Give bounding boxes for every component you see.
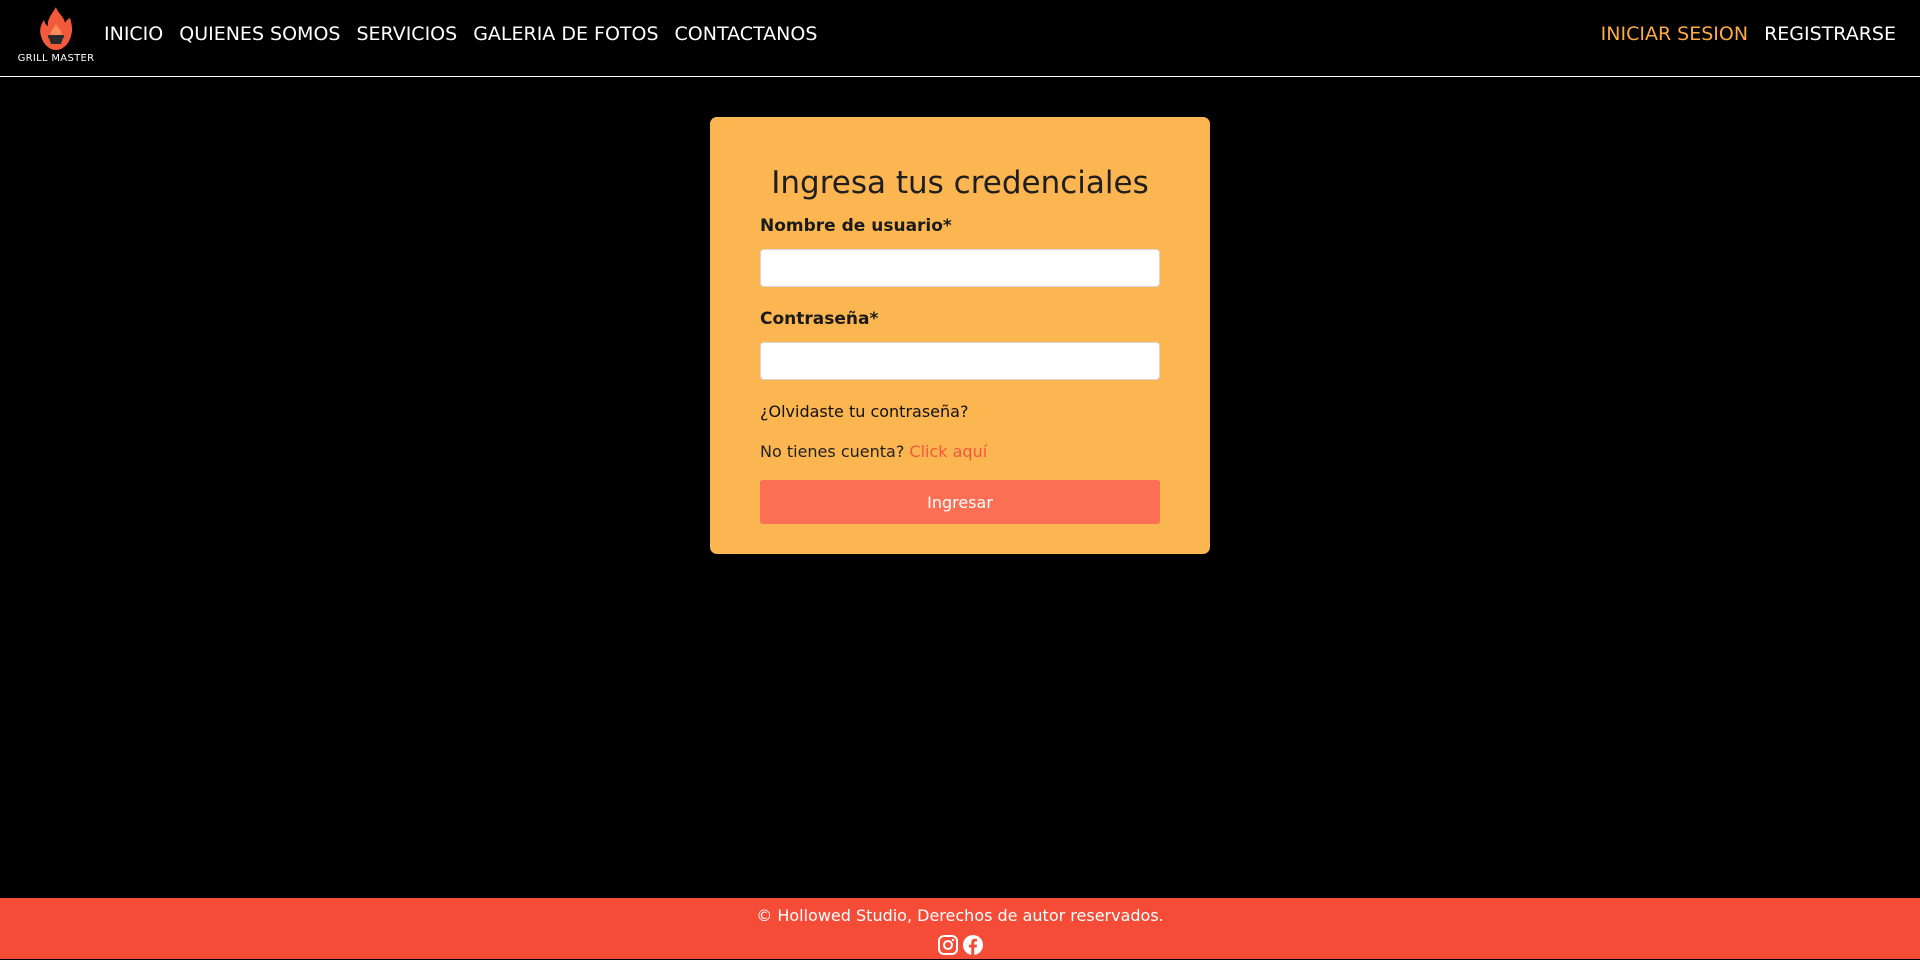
username-input[interactable]	[760, 249, 1160, 287]
password-input[interactable]	[760, 342, 1160, 380]
login-title: Ingresa tus credenciales	[771, 165, 1149, 201]
flame-icon	[40, 7, 73, 50]
login-form: Ingresa tus credenciales Nombre de usuar…	[710, 117, 1210, 554]
nav-link-servicios[interactable]: SERVICIOS	[356, 22, 457, 46]
register-prompt: No tienes cuenta? Click aquí	[760, 442, 987, 461]
brand-name: GRILL MASTER	[17, 53, 95, 64]
nav-link-inicio[interactable]: INICIO	[104, 22, 163, 46]
register-link[interactable]: Click aquí	[909, 442, 987, 461]
footer: © Hollowed Studio, Derechos de autor res…	[0, 898, 1920, 959]
login-submit-button[interactable]: Ingresar	[760, 480, 1160, 524]
auth-nav: INICIAR SESION REGISTRARSE	[1585, 22, 1896, 46]
brand-logo[interactable]: GRILL MASTER	[14, 6, 98, 66]
nav-link-quienes-somos[interactable]: QUIENES SOMOS	[179, 22, 340, 46]
nav-link-registrarse[interactable]: REGISTRARSE	[1764, 22, 1896, 46]
nav-link-iniciar-sesion[interactable]: INICIAR SESION	[1601, 22, 1748, 46]
nav-link-contactanos[interactable]: CONTACTANOS	[675, 22, 818, 46]
instagram-icon[interactable]	[937, 934, 959, 956]
copyright-text: © Hollowed Studio, Derechos de autor res…	[756, 906, 1164, 925]
navbar: GRILL MASTER INICIO QUIENES SOMOS SERVIC…	[0, 0, 1920, 77]
username-label: Nombre de usuario*	[760, 216, 952, 236]
social-links	[937, 934, 984, 956]
facebook-icon[interactable]	[962, 934, 984, 956]
forgot-password-link[interactable]: ¿Olvidaste tu contraseña?	[760, 402, 968, 421]
no-account-text: No tienes cuenta?	[760, 442, 905, 461]
password-label: Contraseña*	[760, 309, 879, 329]
main-nav: INICIO QUIENES SOMOS SERVICIOS GALERIA D…	[104, 22, 833, 46]
nav-link-galeria-de-fotos[interactable]: GALERIA DE FOTOS	[473, 22, 658, 46]
